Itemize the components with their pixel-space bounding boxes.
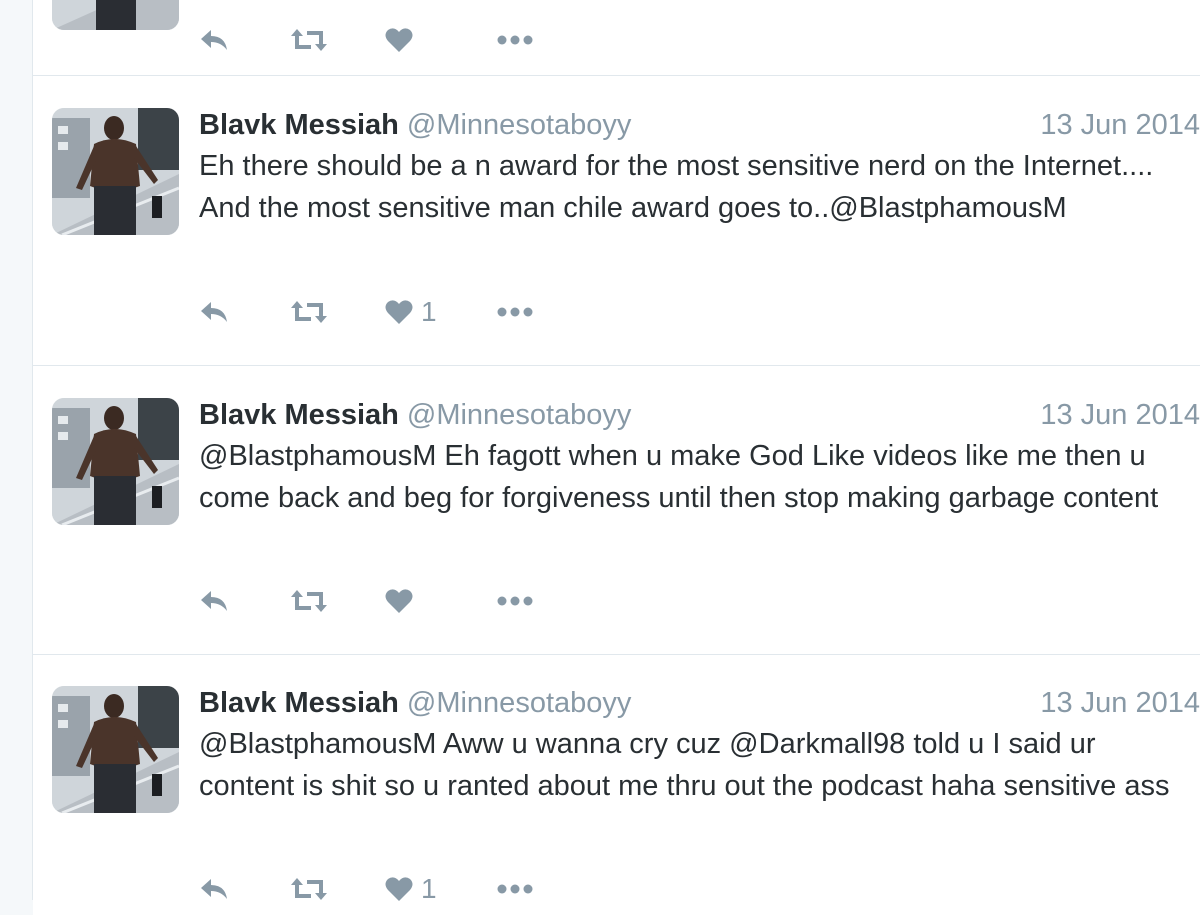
tweet-actions: 1: [199, 294, 533, 330]
user-handle[interactable]: @Minnesotaboyy: [407, 399, 632, 431]
more-button[interactable]: [497, 871, 533, 907]
user-handle[interactable]: @Minnesotaboyy: [407, 687, 632, 719]
heart-icon: [385, 589, 413, 613]
heart-icon: [385, 877, 413, 901]
avatar[interactable]: [52, 108, 179, 235]
like-button[interactable]: [385, 22, 497, 58]
more-button[interactable]: [497, 583, 533, 619]
more-dots-icon: [497, 307, 533, 317]
heart-icon: [385, 300, 413, 324]
reply-icon: [201, 30, 227, 50]
tweet-item[interactable]: [33, 0, 1200, 76]
tweet-item[interactable]: Blavk Messiah @Minnesotaboyy 13 Jun 2014 …: [33, 655, 1200, 915]
tweet-actions: [199, 22, 533, 58]
heart-icon: [385, 28, 413, 52]
tweet-header: Blavk Messiah @Minnesotaboyy: [199, 685, 631, 721]
tweet-item[interactable]: Blavk Messiah @Minnesotaboyy 13 Jun 2014 …: [33, 366, 1200, 655]
reply-button[interactable]: [199, 22, 289, 58]
tweet-text: @BlastphamousM Aww u wanna cry cuz @Dark…: [199, 728, 1170, 802]
tweet-item[interactable]: Blavk Messiah @Minnesotaboyy 13 Jun 2014 …: [33, 76, 1200, 366]
reply-button[interactable]: [199, 583, 289, 619]
display-name[interactable]: Blavk Messiah: [199, 687, 399, 719]
more-dots-icon: [497, 596, 533, 606]
retweet-button[interactable]: [289, 22, 385, 58]
like-count: 1: [421, 296, 437, 327]
reply-icon: [201, 591, 227, 611]
display-name[interactable]: Blavk Messiah: [199, 109, 399, 141]
retweet-icon: [291, 29, 327, 51]
avatar[interactable]: [52, 686, 179, 813]
tweet-timestamp[interactable]: 13 Jun 2014: [1040, 685, 1200, 721]
more-button[interactable]: [497, 294, 533, 330]
like-button[interactable]: 1: [385, 294, 497, 330]
display-name[interactable]: Blavk Messiah: [199, 399, 399, 431]
avatar[interactable]: [52, 398, 179, 525]
tweet-text: Eh there should be a n award for the mos…: [199, 150, 1154, 224]
retweet-button[interactable]: [289, 583, 385, 619]
like-count: 1: [421, 873, 437, 904]
tweet-timeline[interactable]: Blavk Messiah @Minnesotaboyy 13 Jun 2014 …: [33, 0, 1200, 915]
tweet-timestamp[interactable]: 13 Jun 2014: [1040, 107, 1200, 143]
left-gutter: [0, 0, 33, 900]
user-handle[interactable]: @Minnesotaboyy: [407, 109, 632, 141]
retweet-icon: [291, 301, 327, 323]
retweet-button[interactable]: [289, 294, 385, 330]
tweet-header: Blavk Messiah @Minnesotaboyy: [199, 397, 631, 433]
tweet-actions: [199, 583, 533, 619]
retweet-button[interactable]: [289, 871, 385, 907]
like-button[interactable]: 1: [385, 871, 497, 907]
more-button[interactable]: [497, 22, 533, 58]
reply-icon: [201, 302, 227, 322]
more-dots-icon: [497, 884, 533, 894]
like-button[interactable]: [385, 583, 497, 619]
retweet-icon: [291, 878, 327, 900]
tweet-actions: 1: [199, 871, 533, 907]
tweet-header: Blavk Messiah @Minnesotaboyy: [199, 107, 631, 143]
tweet-timestamp[interactable]: 13 Jun 2014: [1040, 397, 1200, 433]
retweet-icon: [291, 590, 327, 612]
reply-icon: [201, 879, 227, 899]
more-dots-icon: [497, 35, 533, 45]
reply-button[interactable]: [199, 294, 289, 330]
avatar[interactable]: [52, 0, 179, 30]
tweet-text: @BlastphamousM Eh fagott when u make God…: [199, 440, 1159, 514]
reply-button[interactable]: [199, 871, 289, 907]
